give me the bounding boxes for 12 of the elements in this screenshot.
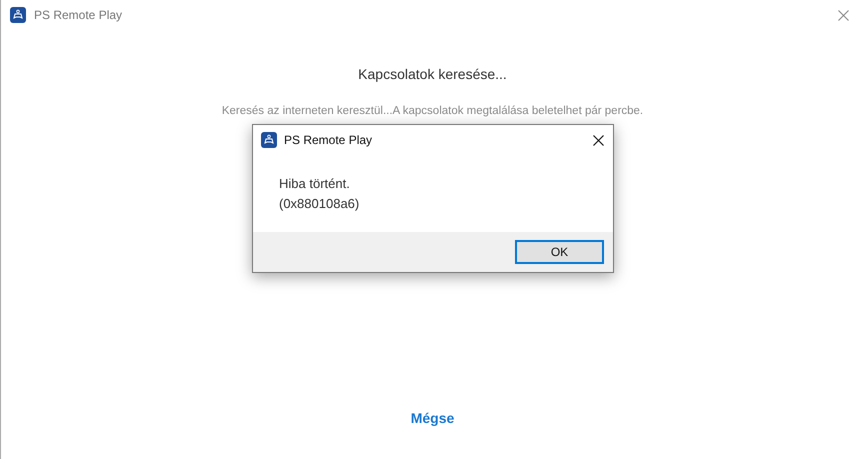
close-icon (592, 134, 604, 146)
error-message: Hiba történt. (279, 175, 351, 193)
window-title: PS Remote Play (34, 7, 122, 24)
heading: Kapcsolatok keresése... (358, 65, 507, 84)
app-icon (261, 132, 277, 148)
cancel-button[interactable]: Mégse (402, 408, 462, 429)
dialog-title: PS Remote Play (284, 132, 372, 149)
error-code: (0x880108a6) (279, 195, 360, 213)
ok-button[interactable]: OK (515, 240, 604, 264)
close-icon (838, 10, 848, 20)
subtitle: Keresés az interneten keresztül...A kapcsolatok megtalálása beletelhet pár percbe. (222, 104, 644, 119)
app-icon (10, 7, 26, 23)
